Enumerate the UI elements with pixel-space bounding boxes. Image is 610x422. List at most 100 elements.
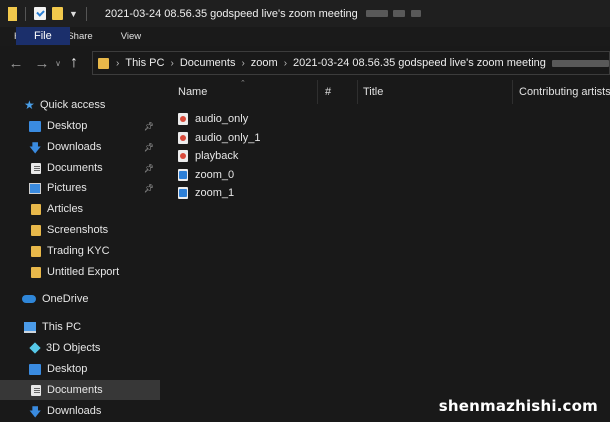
sidebar-item-pictures[interactable]: Pictures 📌︎ xyxy=(0,178,160,198)
desktop-icon xyxy=(29,120,41,132)
sidebar-item-downloads[interactable]: 🡇 Downloads 📌︎ xyxy=(0,137,160,157)
ribbon-tabs: File Home Share View xyxy=(0,27,610,46)
folder-icon xyxy=(31,245,41,257)
title-bar: ▼ 2021-03-24 08.56.35 godspeed live's zo… xyxy=(0,0,610,27)
breadcrumb-documents[interactable]: Documents xyxy=(180,57,236,69)
sidebar-item-label: Downloads xyxy=(47,405,102,417)
sidebar-item-articles[interactable]: Articles xyxy=(0,199,160,219)
sort-ascending-icon: ⌃ xyxy=(240,80,246,87)
sidebar-item-untitled-export[interactable]: Untitled Export xyxy=(0,262,160,282)
audio-file-icon xyxy=(178,132,188,144)
pin-icon: 📌︎ xyxy=(143,142,154,152)
sidebar-item-label: Desktop xyxy=(47,363,88,375)
sidebar-item-pc-downloads[interactable]: 🡇 Downloads xyxy=(0,401,160,421)
title-separator xyxy=(25,6,26,21)
sidebar-item-label: Desktop xyxy=(47,120,88,132)
sidebar-item-screenshots[interactable]: Screenshots xyxy=(0,220,160,240)
sidebar-item-quick-access[interactable]: ★ Quick access xyxy=(0,95,160,115)
tab-file[interactable]: File xyxy=(16,27,70,45)
navigation-bar: ← → ∨ ↑ › This PC › Documents › zoom › 2… xyxy=(0,46,610,80)
download-icon: 🡇 xyxy=(29,140,42,155)
pin-icon: 📌︎ xyxy=(143,163,154,173)
sidebar-item-label: This PC xyxy=(42,321,82,333)
list-item[interactable]: audio_only_1 xyxy=(178,129,260,147)
download-icon: 🡇 xyxy=(29,404,42,419)
sidebar-item-pc-desktop[interactable]: Desktop xyxy=(0,359,160,379)
column-divider[interactable] xyxy=(357,80,358,104)
arrow-up-icon[interactable]: ↑ xyxy=(64,54,84,72)
redacted-text xyxy=(392,10,405,17)
cloud-icon xyxy=(22,295,36,303)
list-item[interactable]: playback xyxy=(178,147,238,165)
folder-icon xyxy=(8,6,17,21)
customize-toolbar-chevron-icon[interactable]: ▼ xyxy=(69,9,78,19)
pin-icon: 📌︎ xyxy=(143,121,154,131)
chevron-right-icon[interactable]: › xyxy=(170,58,173,69)
document-icon xyxy=(31,162,41,174)
desktop-icon xyxy=(29,363,41,375)
chevron-right-icon[interactable]: › xyxy=(241,58,244,69)
picture-icon xyxy=(29,182,41,194)
chevron-right-icon[interactable]: › xyxy=(116,58,119,69)
sidebar-item-3d-objects[interactable]: 3D Objects xyxy=(0,338,160,358)
address-bar[interactable]: › This PC › Documents › zoom › 2021-03-2… xyxy=(92,51,610,75)
video-file-icon xyxy=(178,169,188,181)
sidebar-item-label: Pictures xyxy=(47,182,87,194)
breadcrumb-meeting-folder[interactable]: 2021-03-24 08.56.35 godspeed live's zoom… xyxy=(293,57,546,69)
cube-icon xyxy=(29,342,41,354)
redacted-text xyxy=(365,10,388,17)
list-item[interactable]: audio_only xyxy=(178,110,248,128)
audio-file-icon xyxy=(178,113,188,125)
column-divider[interactable] xyxy=(512,80,513,104)
navigation-pane: ★ Quick access Desktop 📌︎ 🡇 Downloads 📌︎… xyxy=(0,80,162,422)
sidebar-item-desktop[interactable]: Desktop 📌︎ xyxy=(0,116,160,136)
properties-icon[interactable] xyxy=(34,7,46,20)
tab-view[interactable]: View xyxy=(107,27,155,46)
folder-icon xyxy=(31,224,41,236)
sidebar-item-label: Articles xyxy=(47,203,84,215)
column-header-name[interactable]: Name xyxy=(178,86,207,98)
list-item[interactable]: zoom_0 xyxy=(178,166,234,184)
redacted-text xyxy=(551,59,609,67)
column-header-contributing-artists[interactable]: Contributing artists xyxy=(519,86,610,98)
column-headers: ⌃ Name # Title Contributing artists xyxy=(162,80,610,108)
column-divider[interactable] xyxy=(317,80,318,104)
sidebar-item-label: Untitled Export xyxy=(47,266,120,278)
title-separator xyxy=(85,6,87,21)
sidebar-item-label: Documents xyxy=(47,384,103,396)
column-header-title[interactable]: Title xyxy=(363,86,383,98)
breadcrumb-zoom[interactable]: zoom xyxy=(251,57,278,69)
sidebar-item-documents[interactable]: Documents 📌︎ xyxy=(0,158,160,178)
file-name: audio_only_1 xyxy=(195,132,261,144)
column-header-number[interactable]: # xyxy=(325,86,331,98)
chevron-right-icon[interactable]: › xyxy=(284,58,287,69)
sidebar-item-label: OneDrive xyxy=(42,293,89,305)
sidebar-item-this-pc[interactable]: This PC xyxy=(0,317,160,337)
audio-file-icon xyxy=(178,150,188,162)
folder-icon xyxy=(31,266,41,278)
quick-access-toolbar: ▼ xyxy=(34,7,78,20)
computer-icon xyxy=(24,321,36,333)
sidebar-item-label: 3D Objects xyxy=(46,342,101,354)
breadcrumb-this-pc[interactable]: This PC xyxy=(125,57,164,69)
star-icon: ★ xyxy=(24,98,35,112)
document-icon xyxy=(31,384,41,396)
pin-icon: 📌︎ xyxy=(143,183,154,193)
sidebar-item-trading-kyc[interactable]: Trading KYC xyxy=(0,241,160,261)
sidebar-item-label: Screenshots xyxy=(47,224,109,236)
list-item[interactable]: zoom_1 xyxy=(178,184,234,202)
watermark: shenmazhishi.com xyxy=(438,397,598,415)
sidebar-item-label: Downloads xyxy=(47,141,102,153)
arrow-left-icon[interactable]: ← xyxy=(6,55,26,72)
sidebar-item-onedrive[interactable]: OneDrive xyxy=(0,289,160,309)
chevron-down-icon[interactable]: ∨ xyxy=(52,59,64,68)
sidebar-item-pc-documents[interactable]: Documents xyxy=(0,380,160,400)
new-folder-icon[interactable] xyxy=(52,7,63,20)
arrow-right-icon[interactable]: → xyxy=(32,55,52,72)
file-name: zoom_1 xyxy=(195,187,235,199)
folder-icon xyxy=(31,203,41,215)
file-name: playback xyxy=(195,150,239,162)
sidebar-item-label: Quick access xyxy=(40,99,106,111)
window-title: 2021-03-24 08.56.35 godspeed live's zoom… xyxy=(104,7,358,20)
redacted-text xyxy=(410,10,421,17)
